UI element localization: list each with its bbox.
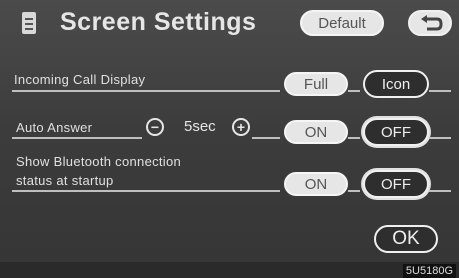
auto-answer-on-button[interactable]: ON (284, 120, 348, 144)
auto-answer-label: Auto Answer (16, 120, 93, 135)
row-divider (12, 137, 142, 139)
row-divider (429, 90, 451, 92)
plus-icon: + (236, 119, 246, 135)
row-divider (348, 137, 360, 139)
phone-settings-icon (22, 12, 36, 34)
bluetooth-status-label-line2: status at startup (16, 173, 114, 188)
bluetooth-status-off-button[interactable]: OFF (363, 170, 429, 198)
bluetooth-status-label-line1: Show Bluetooth connection (16, 154, 182, 169)
auto-answer-value: 5sec (184, 118, 216, 135)
row-divider (348, 190, 360, 192)
full-option-label: Full (303, 75, 329, 93)
default-button[interactable]: Default (300, 10, 384, 36)
back-button[interactable] (408, 10, 452, 36)
increase-button[interactable]: + (232, 118, 250, 136)
auto-answer-on-label: ON (304, 123, 328, 141)
page-title: Screen Settings (60, 8, 257, 36)
full-option-button[interactable]: Full (284, 72, 348, 96)
bluetooth-status-on-button[interactable]: ON (284, 172, 348, 196)
incoming-call-display-label: Incoming Call Display (14, 72, 146, 87)
row-divider (12, 90, 280, 92)
icon-option-button[interactable]: Icon (363, 70, 429, 98)
auto-answer-off-button[interactable]: OFF (363, 118, 429, 146)
decrease-button[interactable]: − (146, 118, 164, 136)
row-divider (12, 190, 280, 192)
figure-code: 5U5180G (402, 264, 456, 278)
return-arrow-icon (421, 15, 443, 31)
row-divider (429, 137, 451, 139)
default-button-label: Default (318, 14, 366, 32)
row-divider (429, 190, 451, 192)
minus-icon: − (150, 119, 160, 135)
row-divider (252, 137, 280, 139)
auto-answer-off-label: OFF (381, 123, 411, 141)
icon-option-label: Icon (381, 75, 411, 93)
ok-button-label: OK (392, 228, 420, 249)
ok-button[interactable]: OK (374, 225, 438, 253)
bluetooth-status-off-label: OFF (381, 175, 411, 193)
screen-settings-panel: Screen Settings Default Incoming Call Di… (0, 0, 459, 262)
bluetooth-status-on-label: ON (304, 175, 328, 193)
row-divider (348, 90, 360, 92)
